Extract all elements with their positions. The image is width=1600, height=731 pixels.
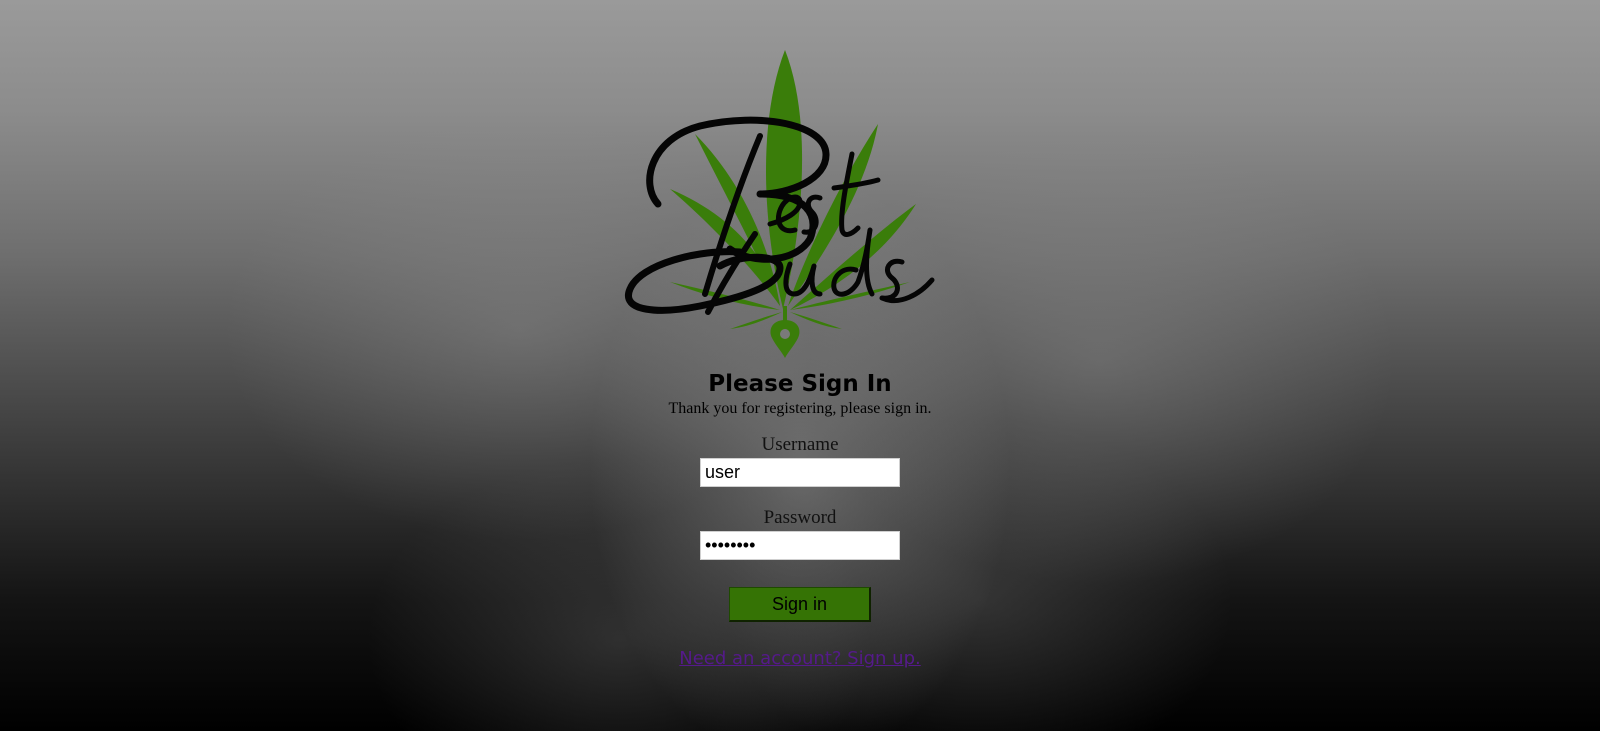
signin-form: Please Sign In Thank you for registering…	[0, 368, 1600, 669]
password-input[interactable]	[700, 531, 900, 560]
page-title: Please Sign In	[708, 371, 892, 397]
username-input[interactable]	[700, 458, 900, 487]
password-label: Password	[763, 507, 837, 528]
signin-subtitle: Thank you for registering, please sign i…	[668, 400, 932, 417]
username-label: Username	[761, 434, 839, 455]
best-buds-logo	[625, 50, 935, 358]
sign-in-button[interactable]: Sign in	[729, 587, 871, 622]
sign-up-link[interactable]: Need an account? Sign up.	[679, 648, 920, 669]
